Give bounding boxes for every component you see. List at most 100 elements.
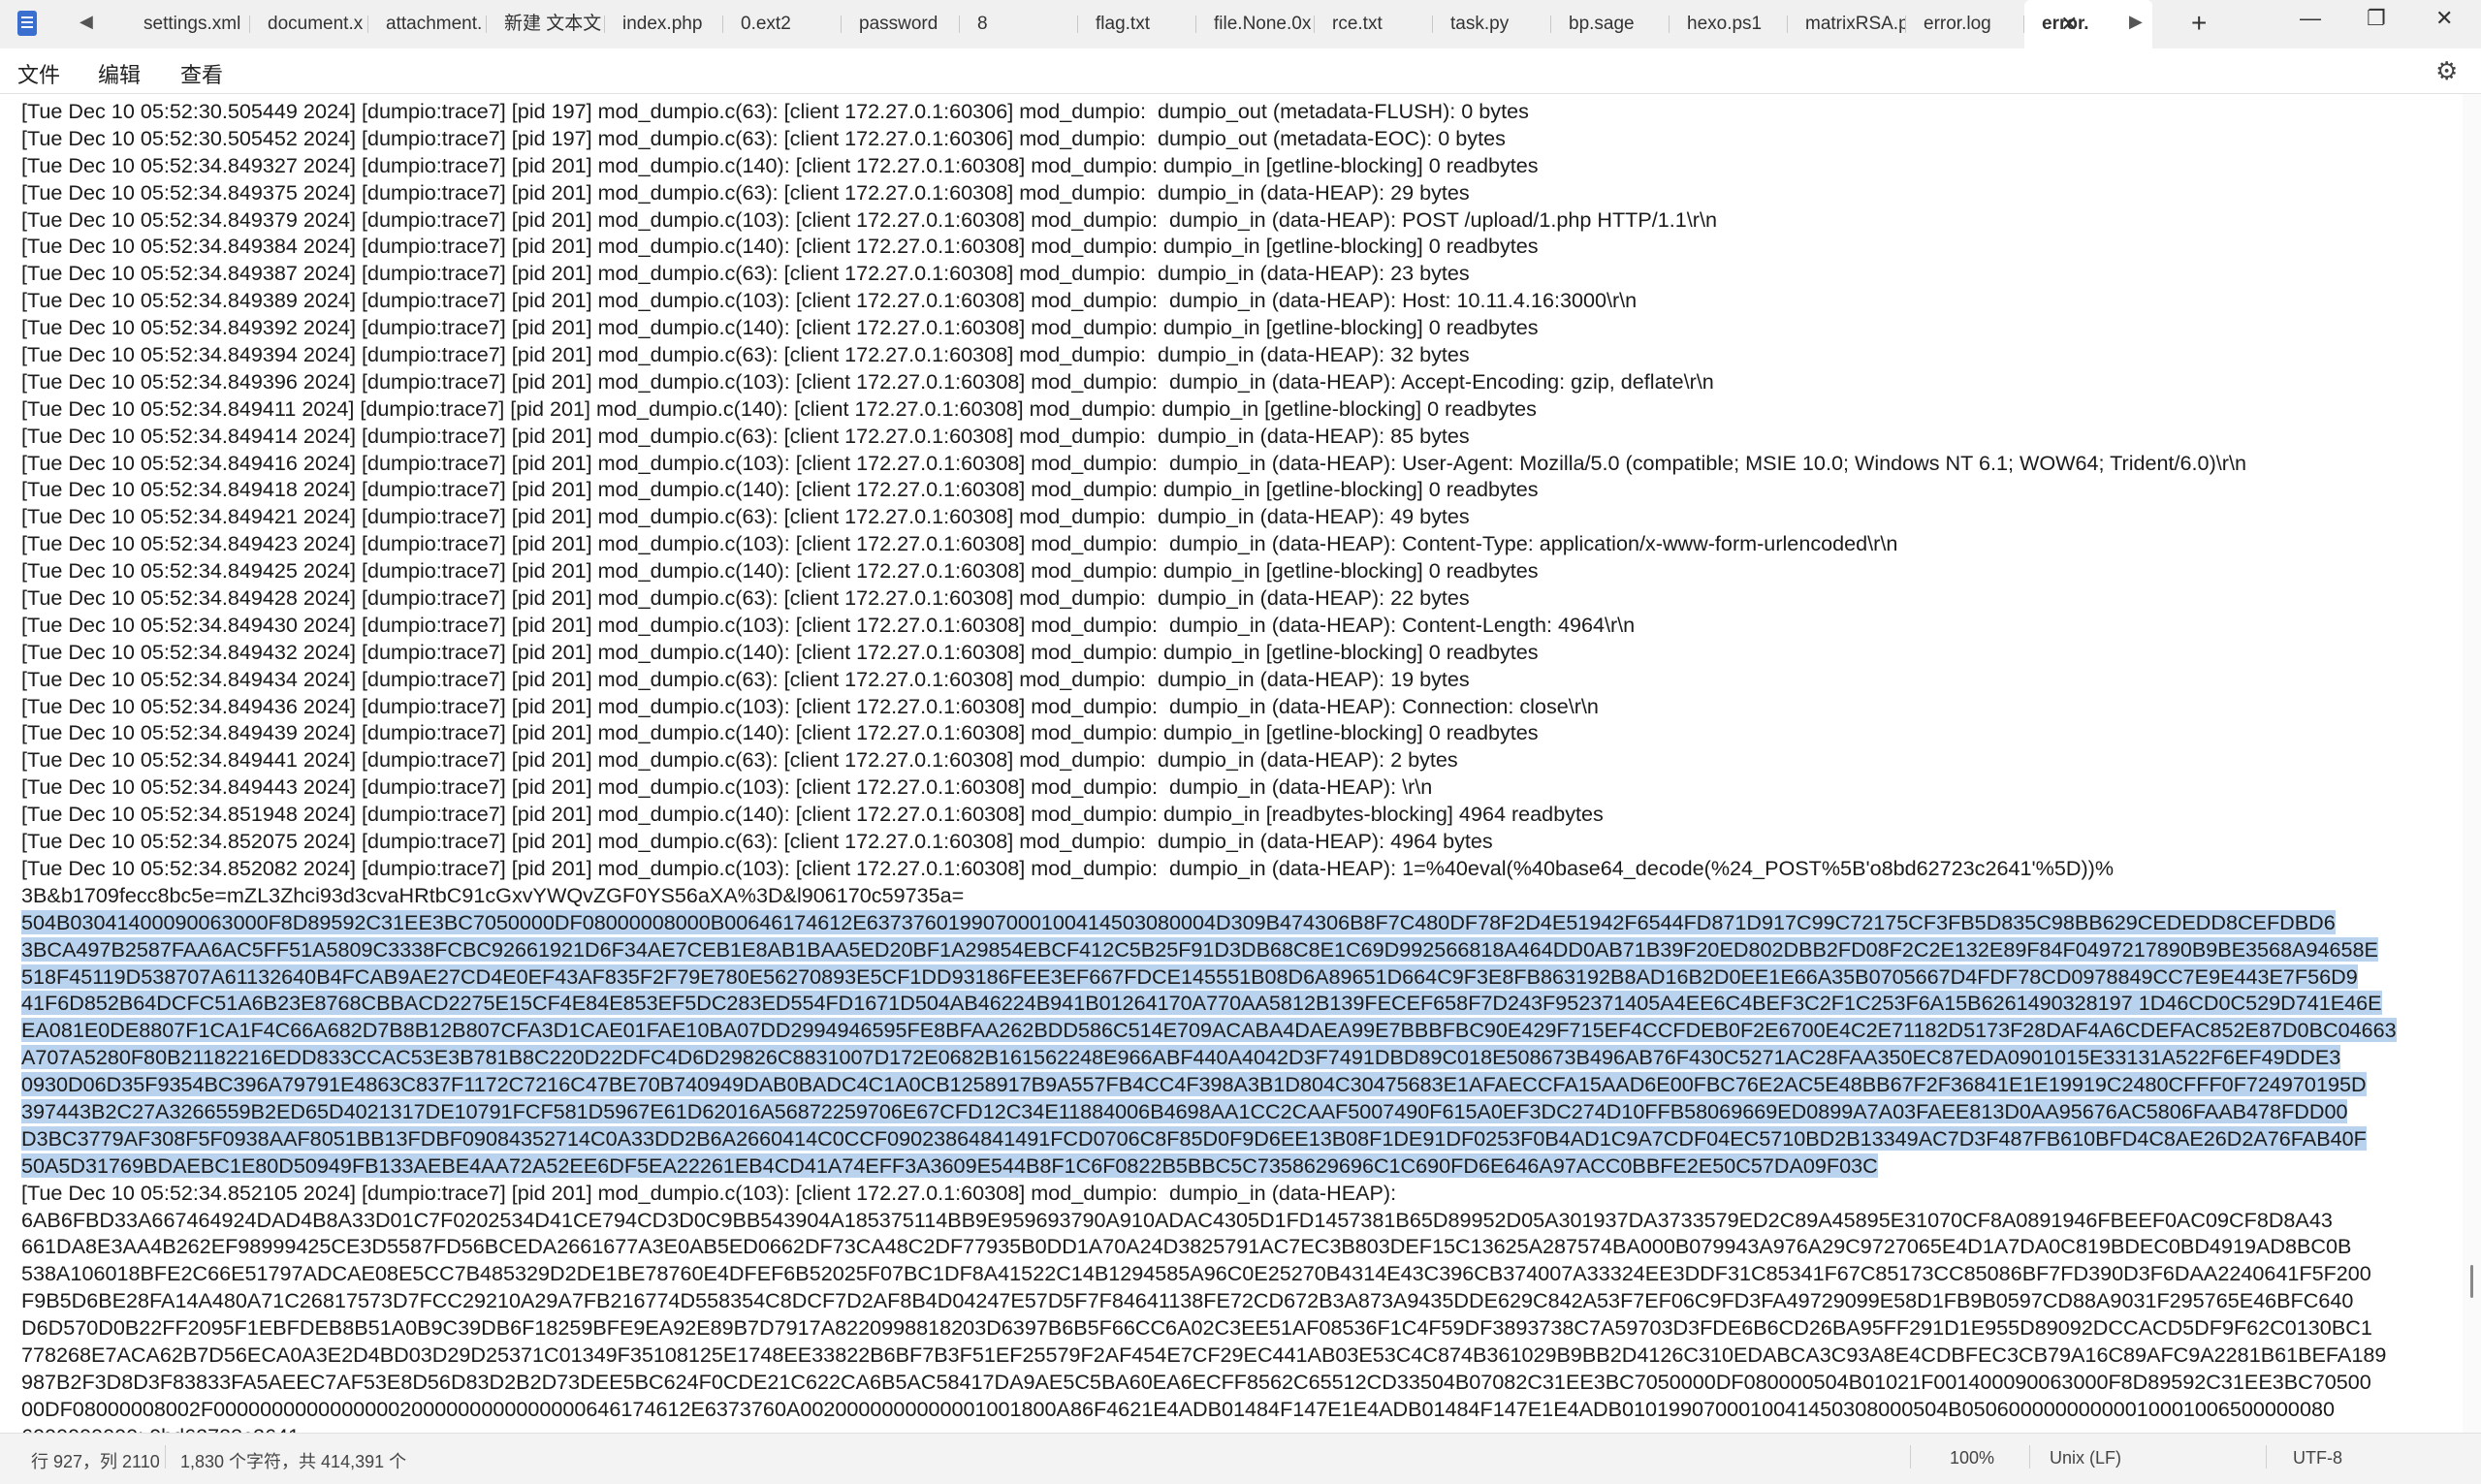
tab-attachment[interactable]: attachment. [368, 0, 487, 48]
selected-text: EA081E0DE8807F1CA1F4C66A682D7B8B12B807CF… [21, 1018, 2397, 1043]
tab-matrixrsa[interactable]: matrixRSA.p [1788, 0, 1906, 48]
line-text: [Tue Dec 10 05:52:34.849434 2024] [dumpi… [21, 666, 1470, 691]
tab-0-ext2[interactable]: 0.ext2 [723, 0, 842, 48]
line-text: D6D570D0B22FF2095F1EBFDEB8B51A0B9C39DB6F… [21, 1315, 2372, 1341]
line-text: [Tue Dec 10 05:52:34.849375 2024] [dumpi… [21, 179, 1470, 205]
selected-text: 41F6D852B64DCFC51A6B23E8768CBBACD2275E15… [21, 991, 2382, 1016]
log-line: [Tue Dec 10 05:52:34.849439 2024] [dumpi… [21, 719, 2463, 746]
log-line: [Tue Dec 10 05:52:34.849423 2024] [dumpi… [21, 530, 2463, 557]
notepad-icon [17, 11, 37, 36]
line-text: [Tue Dec 10 05:52:34.849418 2024] [dumpi… [21, 477, 1539, 502]
encoding[interactable]: UTF-8 [2293, 1448, 2342, 1468]
menu-view[interactable]: 查看 [180, 58, 223, 89]
divider [165, 1445, 166, 1468]
log-line: 6AB6FBD33A667464924DAD4B8A33D01C7F020253… [21, 1207, 2463, 1234]
tab-file-none[interactable]: file.None.0x [1196, 0, 1315, 48]
divider [2029, 1445, 2030, 1468]
line-text: 661DA8E3AA4B262EF98999425CE3D5587FD56BCE… [21, 1234, 2352, 1259]
log-line: [Tue Dec 10 05:52:34.849411 2024] [dumpi… [21, 395, 2463, 423]
line-text: [Tue Dec 10 05:52:34.849387 2024] [dumpi… [21, 261, 1470, 286]
divider [2266, 1445, 2267, 1468]
cursor-position: 行 927，列 2110 [31, 1452, 160, 1471]
line-text: [Tue Dec 10 05:52:34.852075 2024] [dumpi… [21, 829, 1493, 854]
line-text: [Tue Dec 10 05:52:34.849421 2024] [dumpi… [21, 504, 1470, 529]
line-ending[interactable]: Unix (LF) [2050, 1448, 2121, 1468]
log-line: [Tue Dec 10 05:52:34.849384 2024] [dumpi… [21, 233, 2463, 260]
minimize-icon[interactable]: — [2300, 6, 2321, 31]
log-line: [Tue Dec 10 05:52:34.849396 2024] [dumpi… [21, 368, 2463, 395]
log-line: [Tue Dec 10 05:52:34.849414 2024] [dumpi… [21, 423, 2463, 450]
line-text: 538A106018BFE2C66E51797ADCAE08E5CC7B4853… [21, 1261, 2371, 1286]
log-line: 504B03041400090063000F8D89592C31EE3BC705… [21, 909, 2463, 936]
tab-new-text[interactable]: 新建 文本文 [487, 0, 605, 48]
log-line: [Tue Dec 10 05:52:34.852075 2024] [dumpi… [21, 828, 2463, 855]
tab-document[interactable]: document.x [250, 0, 368, 48]
menu-edit[interactable]: 编辑 [98, 58, 141, 89]
tab-error-log[interactable]: error.log [1906, 0, 2024, 48]
line-text: 987B2F3D8D3F83833FA5AEEC7AF53E8D56D83D2B… [21, 1369, 2371, 1394]
line-text: [Tue Dec 10 05:52:34.852082 2024] [dumpi… [21, 855, 2115, 880]
log-line: F9B5D6BE28FA14A480A71C26817573D7FCC29210… [21, 1287, 2463, 1314]
tab-task-py[interactable]: task.py [1433, 0, 1551, 48]
selected-text: A707A5280F80B21182216EDD833CCAC53E3B781B… [21, 1045, 2341, 1070]
tab-rce-txt[interactable]: rce.txt [1315, 0, 1433, 48]
tab-index-php[interactable]: index.php [605, 0, 723, 48]
log-line: [Tue Dec 10 05:52:34.851948 2024] [dumpi… [21, 801, 2463, 828]
log-line: 00DF08000008002F000000000000000020000000… [21, 1396, 2463, 1423]
log-line: [Tue Dec 10 05:52:34.852082 2024] [dumpi… [21, 855, 2463, 882]
line-text: [Tue Dec 10 05:52:34.852105 2024] [dumpi… [21, 1180, 1397, 1205]
line-text: [Tue Dec 10 05:52:34.851948 2024] [dumpi… [21, 802, 1604, 827]
tab-hexo-ps1[interactable]: hexo.ps1 [1670, 0, 1788, 48]
line-text: [Tue Dec 10 05:52:34.849389 2024] [dumpi… [21, 288, 1638, 313]
line-text: 3B&b1709fecc8bc5e=mZL3Zhci93d3cvaHRtbC91… [21, 882, 965, 907]
tab-settings-xml[interactable]: settings.xml [126, 0, 250, 48]
menu-bar: 文件 编辑 查看 ⚙ [0, 48, 2481, 94]
tab-8[interactable]: 8 [960, 0, 1078, 48]
log-line: 518F45119D538707A61132640B4FCAB9AE27CD4E… [21, 963, 2463, 991]
log-line: 778268E7ACA62B7D56ECA0A3E2D4BD03D29D2537… [21, 1342, 2463, 1369]
log-line: 987B2F3D8D3F83833FA5AEEC7AF53E8D56D83D2B… [21, 1369, 2463, 1396]
line-text: [Tue Dec 10 05:52:34.849392 2024] [dumpi… [21, 315, 1539, 340]
log-line: [Tue Dec 10 05:52:30.505452 2024] [dumpi… [21, 125, 2463, 152]
log-line: 6000000000; 0bd62723c2641 [21, 1423, 2463, 1433]
gear-icon[interactable]: ⚙ [2435, 56, 2458, 86]
selected-text: D3BC3779AF308F5F0938AAF8051BB13FDBF09084… [21, 1125, 2367, 1151]
log-line: [Tue Dec 10 05:52:34.849379 2024] [dumpi… [21, 206, 2463, 234]
line-text: [Tue Dec 10 05:52:34.849414 2024] [dumpi… [21, 423, 1470, 448]
window-close-icon[interactable]: ✕ [2435, 6, 2453, 31]
line-text: [Tue Dec 10 05:52:34.849428 2024] [dumpi… [21, 585, 1470, 611]
line-text: 00DF08000008002F000000000000000020000000… [21, 1396, 2335, 1421]
menu-file[interactable]: 文件 [17, 58, 60, 89]
zoom-level[interactable]: 100% [1950, 1448, 1994, 1468]
log-line: 3BCA497B2587FAA6AC5FF51A5809C3338FCBC926… [21, 936, 2463, 963]
log-line: D6D570D0B22FF2095F1EBFDEB8B51A0B9C39DB6F… [21, 1314, 2463, 1342]
log-line: [Tue Dec 10 05:52:34.849443 2024] [dumpi… [21, 774, 2463, 801]
log-line: [Tue Dec 10 05:52:34.849394 2024] [dumpi… [21, 341, 2463, 368]
log-line: 397443B2C27A3266559B2ED65D4021317DE10791… [21, 1098, 2463, 1125]
line-text: [Tue Dec 10 05:52:34.849443 2024] [dumpi… [21, 774, 1433, 800]
scroll-tabs-right-icon[interactable]: ▶ [2129, 12, 2143, 32]
new-tab-button[interactable]: + [2191, 8, 2207, 39]
log-line: D3BC3779AF308F5F0938AAF8051BB13FDBF09084… [21, 1125, 2463, 1152]
vertical-scrollbar[interactable] [2463, 94, 2481, 1433]
log-line: [Tue Dec 10 05:52:34.849434 2024] [dumpi… [21, 666, 2463, 693]
scrollbar-thumb[interactable] [2470, 1265, 2473, 1298]
line-text: F9B5D6BE28FA14A480A71C26817573D7FCC29210… [21, 1288, 2354, 1313]
tab-password[interactable]: password [842, 0, 960, 48]
scroll-tabs-left-icon[interactable]: ◀ [80, 12, 93, 32]
tab-bp-sage[interactable]: bp.sage [1551, 0, 1670, 48]
line-text: [Tue Dec 10 05:52:34.849327 2024] [dumpi… [21, 152, 1539, 177]
line-text: 6AB6FBD33A667464924DAD4B8A33D01C7F020253… [21, 1207, 2333, 1232]
line-text: [Tue Dec 10 05:52:34.849411 2024] [dumpi… [21, 395, 1537, 421]
log-line: [Tue Dec 10 05:52:34.849387 2024] [dumpi… [21, 260, 2463, 287]
text-editor[interactable]: [Tue Dec 10 05:52:30.505449 2024] [dumpi… [0, 94, 2463, 1433]
line-text: [Tue Dec 10 05:52:34.849439 2024] [dumpi… [21, 720, 1539, 745]
character-count: 1,830 个字符，共 414,391 个 [180, 1452, 407, 1471]
maximize-icon[interactable]: ❐ [2367, 6, 2386, 31]
log-line: [Tue Dec 10 05:52:34.849441 2024] [dumpi… [21, 746, 2463, 774]
tab-flag-txt[interactable]: flag.txt [1078, 0, 1196, 48]
close-tab-icon[interactable]: ✕ [2060, 12, 2078, 37]
selected-text: 50A5D31769BDAEBC1E80D50949FB133AEBE4AA72… [21, 1152, 1878, 1178]
log-line: [Tue Dec 10 05:52:30.505449 2024] [dumpi… [21, 98, 2463, 125]
log-line: [Tue Dec 10 05:52:34.849375 2024] [dumpi… [21, 179, 2463, 206]
